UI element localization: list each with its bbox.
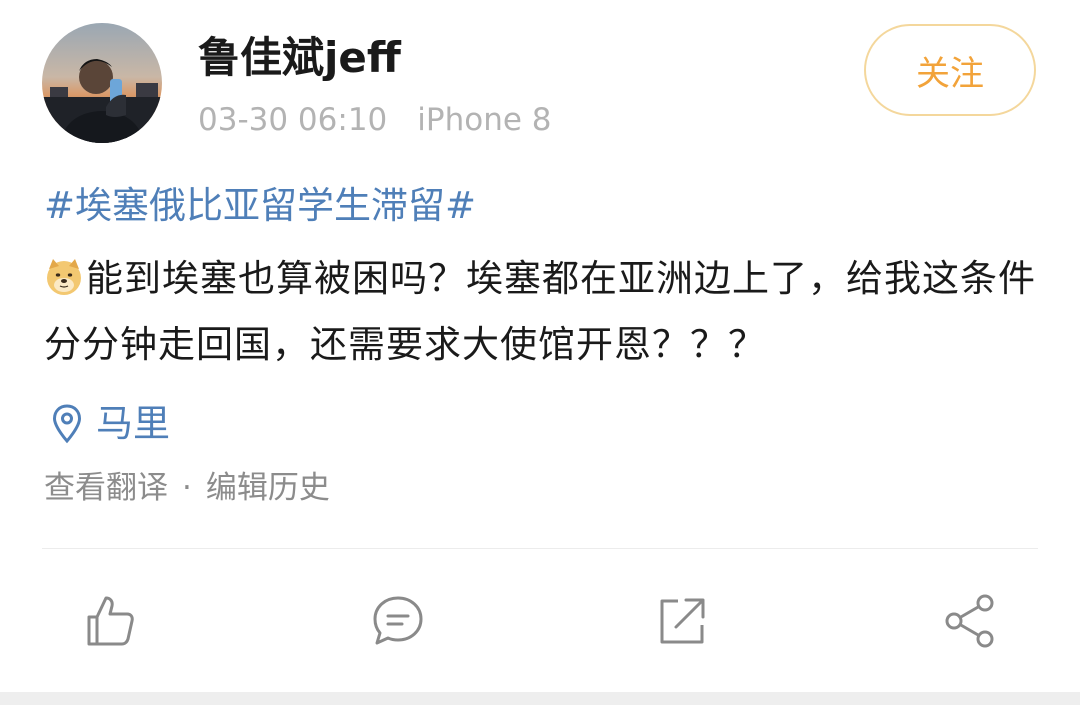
like-button[interactable] [80, 588, 140, 654]
post-date: 03-30 06:10 [198, 102, 388, 138]
post-device: iPhone 8 [417, 102, 552, 138]
thumbs-up-icon [87, 596, 134, 646]
author-name[interactable]: 鲁佳斌jeff [198, 30, 401, 86]
translate-link[interactable]: 查看翻译 [44, 470, 168, 506]
action-toolbar [0, 588, 1080, 654]
comment-icon [373, 596, 423, 645]
post-extra-actions: 查看翻译 · 编辑历史 [44, 466, 330, 510]
follow-button[interactable]: 关注 [864, 24, 1036, 116]
post-card: 鲁佳斌jeff 03-30 06:10 iPhone 8 关注 #埃塞俄比亚留学生… [0, 0, 1080, 705]
location-pin-icon [52, 404, 82, 444]
separator: · [182, 470, 192, 506]
share-icon [945, 594, 994, 648]
repost-icon [660, 598, 705, 644]
post-meta: 03-30 06:10 iPhone 8 [198, 99, 552, 141]
edit-history-link[interactable]: 编辑历史 [206, 470, 330, 506]
comment-button[interactable] [368, 588, 428, 654]
avatar[interactable] [42, 23, 162, 143]
location-label: 马里 [96, 402, 170, 445]
post-text-content: 能到埃塞也算被困吗？埃塞都在亚洲边上了，给我这条件分分钟走回国，还需要求大使馆开… [44, 257, 1036, 366]
post-text: 能到埃塞也算被困吗？埃塞都在亚洲边上了，给我这条件分分钟走回国，还需要求大使馆开… [44, 246, 1044, 378]
repost-button[interactable] [652, 588, 712, 654]
doge-emoji-icon [44, 252, 84, 295]
divider [42, 548, 1038, 549]
share-button[interactable] [940, 588, 1000, 654]
location-link[interactable]: 马里 [52, 398, 170, 450]
hashtag-link[interactable]: #埃塞俄比亚留学生滞留# [44, 178, 476, 234]
bottom-gap [0, 692, 1080, 705]
